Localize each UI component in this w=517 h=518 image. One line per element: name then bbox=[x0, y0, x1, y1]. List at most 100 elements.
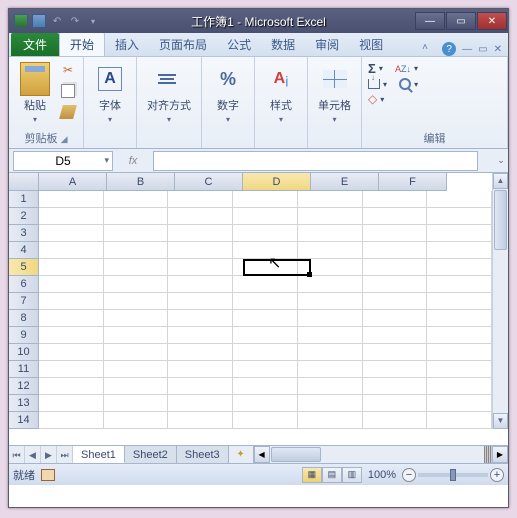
cell[interactable] bbox=[363, 344, 428, 361]
vscroll-thumb[interactable] bbox=[494, 190, 507, 250]
col-header-F[interactable]: F bbox=[379, 173, 447, 191]
sort-icon[interactable] bbox=[395, 63, 411, 75]
vertical-scrollbar[interactable]: ▲ ▼ bbox=[492, 173, 508, 429]
cell[interactable] bbox=[168, 225, 233, 242]
cell[interactable] bbox=[427, 395, 492, 412]
row-header-2[interactable]: 2 bbox=[9, 208, 39, 225]
cell[interactable] bbox=[363, 412, 428, 429]
cell[interactable] bbox=[104, 412, 169, 429]
cell[interactable] bbox=[363, 293, 428, 310]
cells-button[interactable]: 单元格 ▾ bbox=[314, 61, 355, 126]
cell[interactable] bbox=[298, 378, 363, 395]
tab-home[interactable]: 开始 bbox=[59, 32, 105, 56]
zoom-in-button[interactable]: + bbox=[490, 468, 504, 482]
cell[interactable] bbox=[168, 276, 233, 293]
cell[interactable] bbox=[104, 191, 169, 208]
cell[interactable] bbox=[427, 208, 492, 225]
sheet-tab-3[interactable]: Sheet3 bbox=[177, 446, 229, 463]
cell[interactable] bbox=[363, 208, 428, 225]
cell[interactable] bbox=[427, 361, 492, 378]
name-box[interactable]: D5 bbox=[13, 151, 113, 171]
cell[interactable] bbox=[233, 412, 298, 429]
row-header-8[interactable]: 8 bbox=[9, 310, 39, 327]
cell[interactable] bbox=[168, 412, 233, 429]
last-sheet-icon[interactable]: ⏭ bbox=[57, 446, 73, 463]
cell[interactable] bbox=[298, 310, 363, 327]
cell[interactable] bbox=[233, 225, 298, 242]
cell[interactable] bbox=[233, 395, 298, 412]
cell[interactable] bbox=[104, 208, 169, 225]
cell[interactable] bbox=[298, 293, 363, 310]
cell[interactable] bbox=[104, 276, 169, 293]
zoom-out-button[interactable]: − bbox=[402, 468, 416, 482]
cell[interactable] bbox=[39, 259, 104, 276]
cell[interactable] bbox=[427, 293, 492, 310]
cell[interactable] bbox=[233, 242, 298, 259]
zoom-thumb[interactable] bbox=[450, 469, 456, 481]
cell[interactable] bbox=[39, 208, 104, 225]
cell[interactable] bbox=[233, 208, 298, 225]
cell[interactable] bbox=[168, 242, 233, 259]
maximize-button[interactable]: ▭ bbox=[446, 12, 476, 30]
row-header-10[interactable]: 10 bbox=[9, 344, 39, 361]
cell[interactable] bbox=[39, 242, 104, 259]
col-header-B[interactable]: B bbox=[107, 173, 175, 191]
minimize-ribbon-icon[interactable]: ˄ bbox=[422, 42, 436, 56]
hsplit-handle[interactable] bbox=[484, 446, 492, 463]
row-header-4[interactable]: 4 bbox=[9, 242, 39, 259]
cell[interactable] bbox=[104, 242, 169, 259]
next-sheet-icon[interactable]: ▶ bbox=[41, 446, 57, 463]
cell[interactable] bbox=[233, 378, 298, 395]
col-header-E[interactable]: E bbox=[311, 173, 379, 191]
cell[interactable] bbox=[39, 412, 104, 429]
redo-icon[interactable]: ↷ bbox=[67, 13, 83, 29]
cell[interactable] bbox=[298, 208, 363, 225]
cell[interactable] bbox=[233, 293, 298, 310]
cell[interactable] bbox=[427, 276, 492, 293]
cell[interactable] bbox=[298, 361, 363, 378]
cell[interactable] bbox=[39, 361, 104, 378]
cell[interactable] bbox=[298, 225, 363, 242]
cell[interactable] bbox=[168, 395, 233, 412]
cell[interactable] bbox=[39, 395, 104, 412]
cell[interactable] bbox=[39, 293, 104, 310]
format-painter-icon[interactable] bbox=[59, 103, 77, 121]
cell[interactable] bbox=[104, 395, 169, 412]
cell[interactable] bbox=[233, 361, 298, 378]
horizontal-scrollbar[interactable]: ◀ ▶ bbox=[253, 446, 508, 463]
cell[interactable] bbox=[298, 344, 363, 361]
tab-data[interactable]: 数据 bbox=[261, 33, 305, 56]
cell[interactable] bbox=[298, 412, 363, 429]
row-header-9[interactable]: 9 bbox=[9, 327, 39, 344]
tab-review[interactable]: 审阅 bbox=[305, 33, 349, 56]
cell[interactable] bbox=[168, 191, 233, 208]
cell[interactable] bbox=[104, 259, 169, 276]
cell[interactable] bbox=[39, 225, 104, 242]
first-sheet-icon[interactable]: ⏮ bbox=[9, 446, 25, 463]
cell[interactable] bbox=[427, 259, 492, 276]
cell[interactable] bbox=[298, 276, 363, 293]
row-header-5[interactable]: 5 bbox=[9, 259, 39, 276]
zoom-slider[interactable] bbox=[418, 473, 488, 477]
cell[interactable] bbox=[427, 412, 492, 429]
cell[interactable] bbox=[168, 378, 233, 395]
cell[interactable] bbox=[168, 208, 233, 225]
col-header-C[interactable]: C bbox=[175, 173, 243, 191]
cell[interactable] bbox=[168, 293, 233, 310]
cell[interactable] bbox=[298, 191, 363, 208]
mdi-close-icon[interactable]: ✕ bbox=[494, 44, 502, 55]
cell[interactable] bbox=[104, 361, 169, 378]
scroll-left-icon[interactable]: ◀ bbox=[254, 446, 270, 463]
formula-input[interactable] bbox=[153, 151, 478, 171]
cell[interactable] bbox=[363, 327, 428, 344]
cell[interactable] bbox=[427, 344, 492, 361]
prev-sheet-icon[interactable]: ◀ bbox=[25, 446, 41, 463]
tab-file[interactable]: 文件 bbox=[11, 33, 59, 56]
styles-button[interactable]: 样式 ▾ bbox=[261, 61, 301, 126]
cell[interactable] bbox=[363, 276, 428, 293]
cell[interactable] bbox=[104, 225, 169, 242]
tab-insert[interactable]: 插入 bbox=[105, 33, 149, 56]
cell[interactable] bbox=[363, 191, 428, 208]
cell[interactable] bbox=[39, 378, 104, 395]
cell[interactable] bbox=[363, 225, 428, 242]
